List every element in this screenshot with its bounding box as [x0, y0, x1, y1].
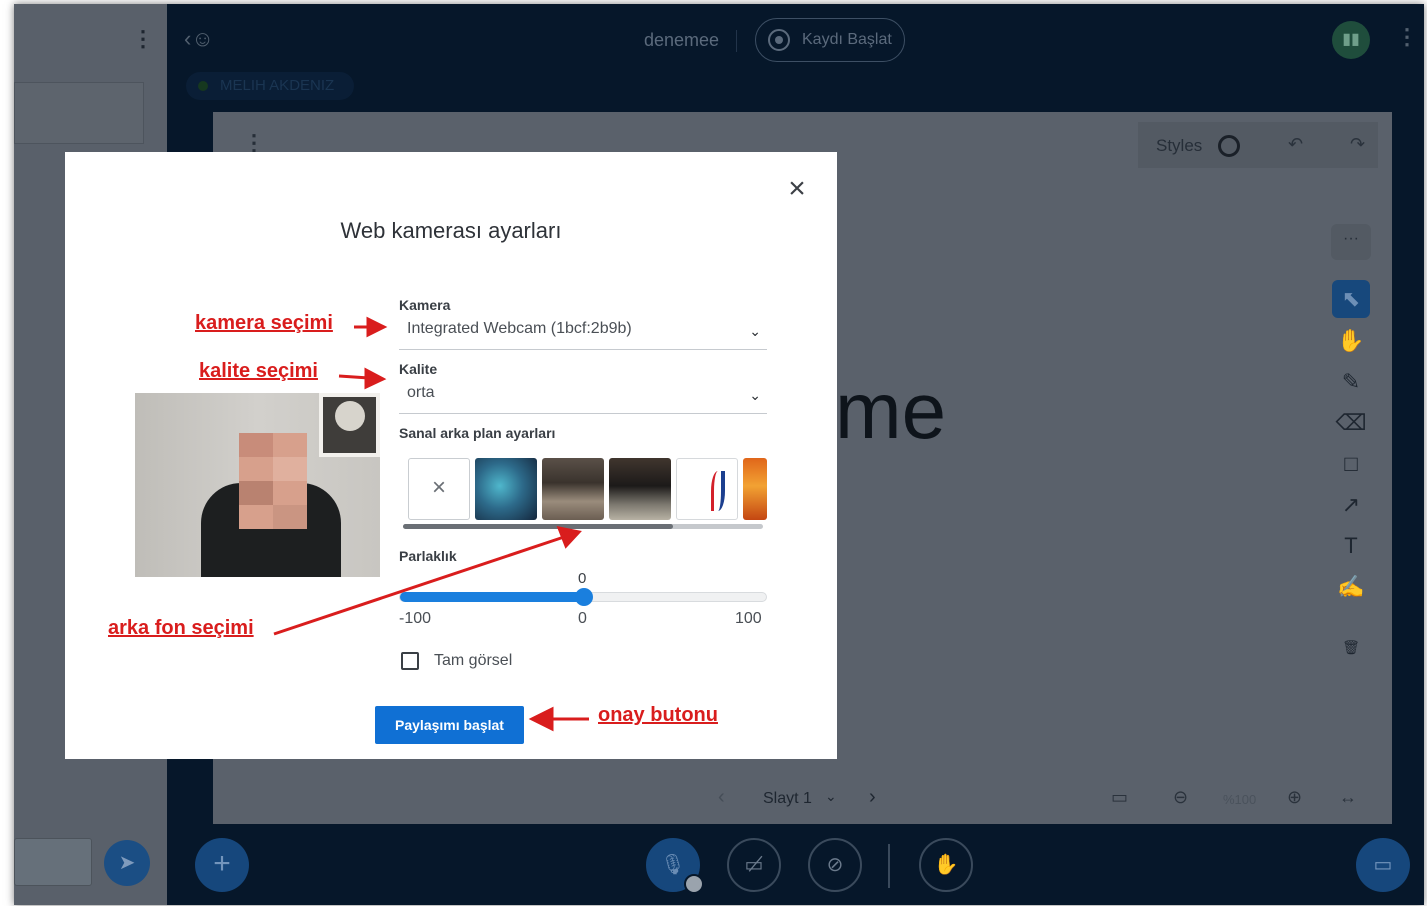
confirm-arrow-head: [528, 706, 554, 732]
annotation-background: arka fon seçimi: [108, 617, 254, 639]
app-frame: ⋮ ➤ ‹☺ denemee Kaydı Başlat ▮▮ ⋮ MELIH A…: [14, 4, 1424, 905]
quality-arrow-head: [364, 367, 387, 390]
background-arrow: [273, 535, 565, 636]
annotation-confirm: onay butonu: [598, 704, 718, 726]
annotation-camera: kamera seçimi: [195, 312, 333, 334]
camera-arrow-head: [366, 316, 388, 338]
annotation-quality: kalite seçimi: [199, 360, 318, 382]
background-arrow-head: [556, 525, 582, 549]
annotation-arrows: [273, 316, 589, 732]
